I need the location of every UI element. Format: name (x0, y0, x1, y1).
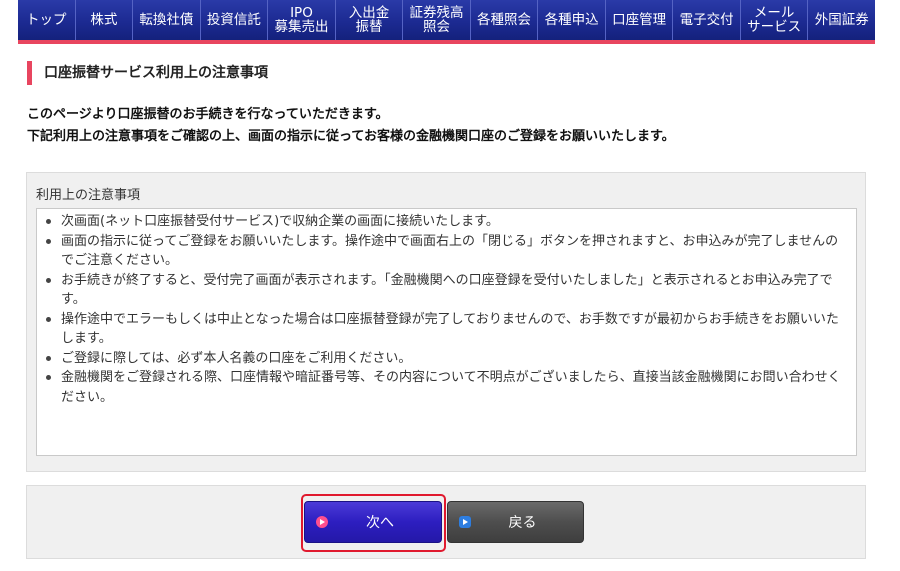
nav-item-e-delivery[interactable]: 電子交付 (673, 0, 741, 40)
play-circle-icon (316, 516, 328, 528)
nav-item-securities-balance[interactable]: 証券残高 照会 (403, 0, 471, 40)
nav-item-applications[interactable]: 各種申込 (538, 0, 606, 40)
button-area: 次へ 戻る (26, 485, 866, 559)
nav-item-convertible-bonds[interactable]: 転換社債 (133, 0, 201, 40)
note-item: 画面の指示に従ってご登録をお願いいたします。操作途中で画面右上の「閉じる」ボタン… (45, 232, 844, 271)
intro-line-1: このページより口座振替のお手続きを行なっていただきます。 (27, 107, 389, 122)
nav-item-foreign-securities[interactable]: 外国証券 (808, 0, 875, 40)
nav-item-mail-service[interactable]: メール サービス (741, 0, 809, 40)
note-item: ご登録に際しては、必ず本人名義の口座をご利用ください。 (45, 349, 844, 369)
back-button[interactable]: 戻る (447, 501, 584, 543)
nav-item-investment-trusts[interactable]: 投資信託 (201, 0, 269, 40)
arrow-right-square-icon (459, 516, 471, 528)
page-title: 口座振替サービス利用上の注意事項 (27, 61, 268, 85)
notes-title: 利用上の注意事項 (36, 188, 141, 203)
global-nav: トップ 株式 転換社債 投資信託 IPO 募集売出 入出金 振替 証券残高 照会… (18, 0, 875, 44)
next-button[interactable]: 次へ (304, 501, 442, 543)
note-item: 次画面(ネット口座振替受付サービス)で収納企業の画面に接続いたします。 (45, 212, 844, 232)
note-item: お手続きが終了すると、受付完了画面が表示されます。「金融機関への口座登録を受付い… (45, 271, 844, 310)
nav-item-top[interactable]: トップ (18, 0, 76, 40)
note-item: 操作途中でエラーもしくは中止となった場合は口座振替登録が完了しておりませんので、… (45, 310, 844, 349)
intro-line-2: 下記利用上の注意事項をご確認の上、画面の指示に従ってお客様の金融機関口座のご登録… (27, 129, 675, 144)
notes-panel: 利用上の注意事項 次画面(ネット口座振替受付サービス)で収納企業の画面に接続いた… (26, 172, 866, 472)
intro-text: このページより口座振替のお手続きを行なっていただきます。 下記利用上の注意事項を… (27, 104, 675, 148)
nav-item-account-management[interactable]: 口座管理 (606, 0, 674, 40)
nav-item-ipo[interactable]: IPO 募集売出 (268, 0, 336, 40)
note-item: 金融機関をご登録される際、口座情報や暗証番号等、その内容について不明点がございま… (45, 368, 844, 407)
nav-item-stocks[interactable]: 株式 (76, 0, 134, 40)
nav-item-deposit-withdrawal[interactable]: 入出金 振替 (336, 0, 404, 40)
notes-content: 次画面(ネット口座振替受付サービス)で収納企業の画面に接続いたします。 画面の指… (36, 208, 857, 456)
nav-item-inquiries[interactable]: 各種照会 (471, 0, 539, 40)
notes-list: 次画面(ネット口座振替受付サービス)で収納企業の画面に接続いたします。 画面の指… (45, 212, 844, 407)
